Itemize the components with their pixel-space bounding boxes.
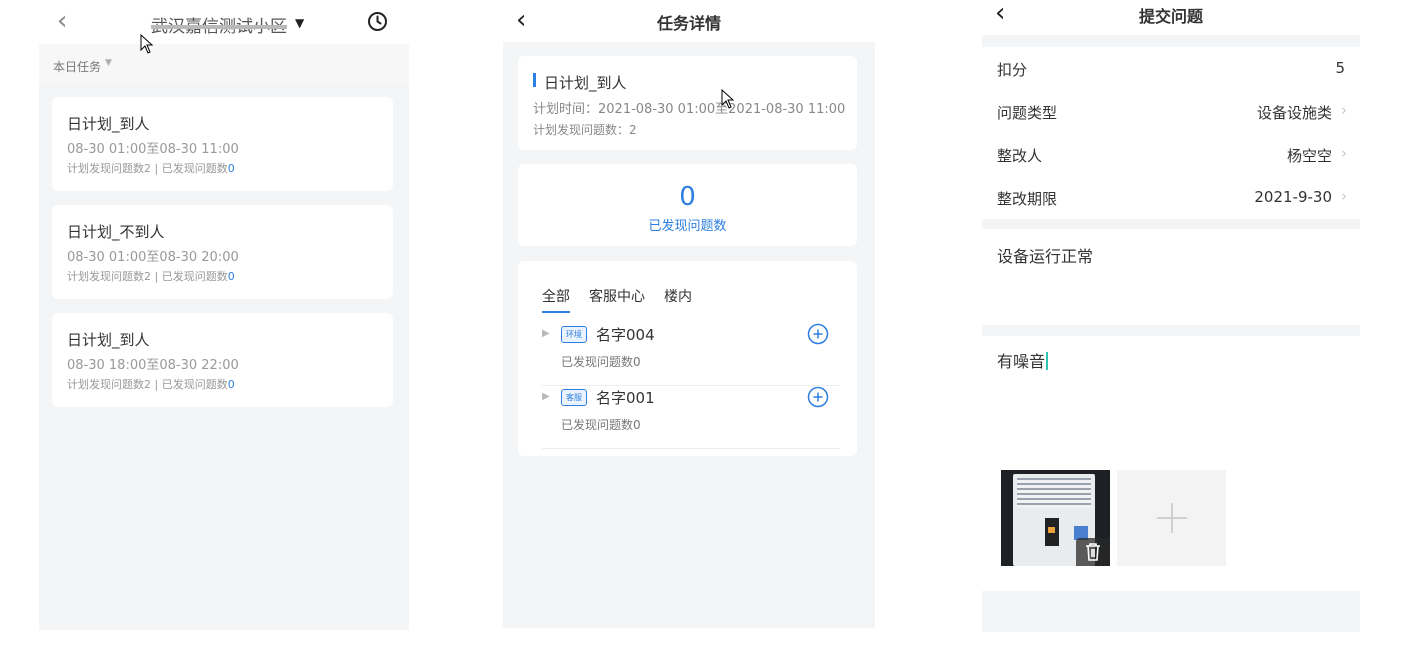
field-label: 整改人 bbox=[997, 147, 1043, 165]
field-value: 设备设施类 bbox=[1256, 104, 1332, 122]
chevron-right-icon: › bbox=[1341, 144, 1347, 162]
found-count-card: 0 已发现问题数 bbox=[518, 164, 857, 246]
clock-icon[interactable] bbox=[367, 11, 388, 32]
category-tag: 环境 bbox=[561, 326, 587, 343]
item-name: 名字004 bbox=[596, 326, 655, 344]
list-item[interactable]: ▶ 客服 名字001 已发现问题数0 bbox=[542, 386, 840, 449]
page-title: 提交问题 bbox=[1138, 7, 1203, 26]
task-title: 日计划_到人 bbox=[544, 74, 627, 92]
chevron-left-icon[interactable]: ‹ bbox=[57, 8, 67, 34]
description-text: 设备运行正常 bbox=[997, 247, 1094, 266]
chevron-right-icon: › bbox=[1341, 101, 1347, 119]
task-detail-screen: ‹ 任务详情 日计划_到人 计划时间：2021-08-30 01:00至2021… bbox=[503, 0, 875, 628]
task-card[interactable]: 日计划_不到人 08-30 01:00至08-30 20:00 计划发现问题数2… bbox=[52, 205, 393, 299]
add-photo-button[interactable] bbox=[1117, 470, 1226, 566]
found-count: 0 bbox=[227, 270, 235, 283]
area-list-card: 全部 客服中心 楼内 ▶ 环境 名字004 已发现问题数0 ▶ 客服 名字001… bbox=[518, 261, 857, 456]
problem-text: 有噪音 bbox=[997, 352, 1046, 371]
mouse-pointer-icon bbox=[721, 89, 735, 109]
task-title: 日计划_到人 bbox=[67, 115, 150, 133]
task-info-card: 日计划_到人 计划时间：2021-08-30 01:00至2021-08-30 … bbox=[518, 56, 857, 150]
header: ‹ 任务详情 bbox=[503, 0, 875, 42]
task-stats: 计划发现问题数2 | 已发现问题数0 bbox=[67, 268, 235, 284]
found-count: 0 bbox=[679, 182, 696, 212]
text-cursor bbox=[1046, 352, 1049, 370]
task-time: 08-30 01:00至08-30 11:00 bbox=[67, 142, 239, 157]
task-stats: 计划发现问题数2 | 已发现问题数0 bbox=[67, 376, 235, 392]
add-circle-icon[interactable] bbox=[807, 323, 829, 345]
issue-type-field[interactable]: 问题类型 设备设施类 › bbox=[982, 90, 1360, 133]
photo-thumbnail[interactable] bbox=[1001, 470, 1110, 566]
header: ‹ 武汉嘉信测试小区 ▼ bbox=[39, 0, 409, 44]
task-card[interactable]: 日计划_到人 08-30 01:00至08-30 11:00 计划发现问题数2 … bbox=[52, 97, 393, 191]
caret-down-icon[interactable]: ▼ bbox=[295, 16, 304, 30]
found-count: 0 bbox=[227, 162, 235, 175]
community-selector-title[interactable]: 武汉嘉信测试小区 bbox=[151, 12, 287, 37]
item-name: 名字001 bbox=[596, 389, 655, 407]
submit-issue-screen: ‹ 提交问题 扣分 5 问题类型 设备设施类 › 整改人 杨空空 › 整改期限 … bbox=[982, 0, 1360, 632]
field-label: 问题类型 bbox=[997, 104, 1058, 122]
task-title: 日计划_不到人 bbox=[67, 223, 165, 241]
filter-label[interactable]: 本日任务 bbox=[53, 58, 101, 75]
delete-photo-button[interactable] bbox=[1076, 538, 1110, 566]
problem-input[interactable]: 有噪音 bbox=[982, 336, 1360, 591]
image-detail bbox=[1045, 518, 1059, 546]
active-tab-indicator bbox=[542, 311, 570, 313]
field-value[interactable]: 5 bbox=[1335, 59, 1345, 77]
task-time: 08-30 01:00至08-30 20:00 bbox=[67, 250, 239, 265]
assignee-field[interactable]: 整改人 杨空空 › bbox=[982, 133, 1360, 176]
task-stats-text: 计划发现问题数2 | 已发现问题数 bbox=[67, 162, 228, 175]
chevron-right-icon: › bbox=[1341, 187, 1347, 205]
deadline-field[interactable]: 整改期限 2021-9-30 › bbox=[982, 176, 1360, 219]
task-stats-text: 计划发现问题数2 | 已发现问题数 bbox=[67, 270, 228, 283]
plus-icon bbox=[1171, 503, 1173, 533]
mouse-pointer-icon bbox=[140, 34, 154, 54]
problem-text-wrap: 有噪音 bbox=[997, 348, 1049, 372]
expand-triangle-icon[interactable]: ▶ bbox=[542, 391, 550, 402]
task-card[interactable]: 日计划_到人 08-30 18:00至08-30 22:00 计划发现问题数2 … bbox=[52, 313, 393, 407]
tab-all[interactable]: 全部 bbox=[542, 286, 570, 306]
plan-count: 计划发现问题数：2 bbox=[533, 123, 637, 137]
item-found-count: 已发现问题数0 bbox=[561, 418, 641, 432]
list-item[interactable]: ▶ 环境 名字004 已发现问题数0 bbox=[542, 323, 840, 386]
filter-bar: 本日任务 ▼ bbox=[39, 45, 409, 83]
field-label: 扣分 bbox=[997, 61, 1028, 79]
task-stats-text: 计划发现问题数2 | 已发现问题数 bbox=[67, 378, 228, 391]
tab-building[interactable]: 楼内 bbox=[664, 286, 692, 306]
category-tag: 客服 bbox=[561, 389, 587, 406]
found-label: 已发现问题数 bbox=[648, 219, 727, 234]
found-count: 0 bbox=[227, 378, 235, 391]
tab-service-center[interactable]: 客服中心 bbox=[589, 286, 645, 306]
field-label: 整改期限 bbox=[997, 190, 1058, 208]
add-circle-icon[interactable] bbox=[807, 386, 829, 408]
plan-time: 计划时间：2021-08-30 01:00至2021-08-30 11:00 bbox=[533, 102, 846, 117]
description-field[interactable]: 设备运行正常 bbox=[982, 229, 1360, 325]
field-value: 杨空空 bbox=[1286, 147, 1332, 165]
task-title: 日计划_到人 bbox=[67, 331, 150, 349]
trash-icon bbox=[1086, 543, 1100, 561]
accent-bar bbox=[533, 73, 536, 87]
header: ‹ 提交问题 bbox=[982, 0, 1360, 35]
item-found-count: 已发现问题数0 bbox=[561, 355, 641, 369]
field-value: 2021-9-30 bbox=[1254, 188, 1332, 206]
issue-form: 扣分 5 问题类型 设备设施类 › 整改人 杨空空 › 整改期限 2021-9-… bbox=[982, 47, 1360, 219]
expand-triangle-icon[interactable]: ▶ bbox=[542, 328, 550, 339]
caret-down-icon[interactable]: ▼ bbox=[105, 58, 112, 68]
image-detail bbox=[1017, 478, 1091, 508]
score-field: 扣分 5 bbox=[982, 47, 1360, 90]
task-stats: 计划发现问题数2 | 已发现问题数0 bbox=[67, 160, 235, 176]
page-title: 任务详情 bbox=[656, 14, 721, 33]
task-list-screen: ‹ 武汉嘉信测试小区 ▼ 本日任务 ▼ 日计划_到人 08-30 01:00至0… bbox=[39, 0, 409, 630]
task-time: 08-30 18:00至08-30 22:00 bbox=[67, 358, 239, 373]
